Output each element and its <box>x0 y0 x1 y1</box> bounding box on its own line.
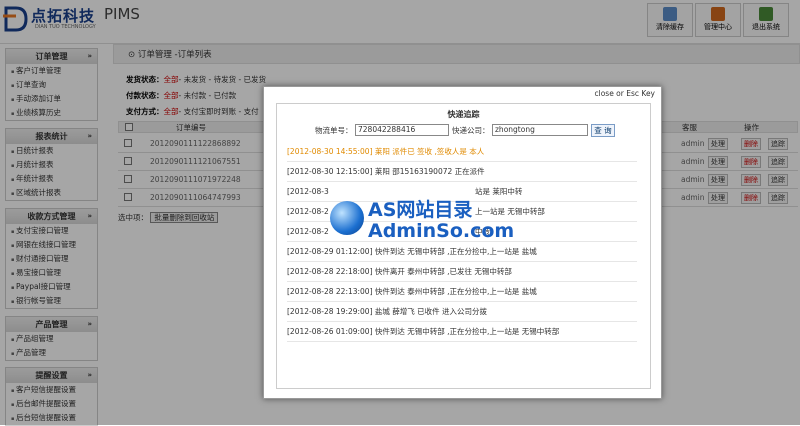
tracking-record: [2012-08-26 01:09:00] 快件到达 无锡中转部 ,正在分捡中,… <box>287 322 637 342</box>
tracking-record: [2012-08-30 14:55:00] 莱阳 派件已 签收 ,签收人是 本人 <box>287 142 637 162</box>
tracking-number-input[interactable]: 728042288416 <box>355 124 449 136</box>
modal-title: 快递追踪 <box>447 110 480 119</box>
watermark-domain: AdminSo.com <box>368 220 515 242</box>
courier-input[interactable]: zhongtong <box>492 124 588 136</box>
tracking-record: [2012-08-28 19:29:00] 盐城 薛增飞 已收件 进入公司分拨 <box>287 302 637 322</box>
globe-icon <box>330 201 364 235</box>
query-row: 物流单号： 728042288416 快递公司： zhongtong 查 询 <box>277 124 652 138</box>
close-link[interactable]: close or Esc Key <box>594 89 655 98</box>
tracking-record: [2012-08-28 22:13:00] 快件到达 泰州中转部 ,正在分捡中,… <box>287 282 637 302</box>
watermark-title: AS网站目录 <box>368 199 473 221</box>
query-button[interactable]: 查 询 <box>591 124 615 137</box>
tracking-record: [2012-08-30 12:15:00] 莱阳 邵15163190072 正在… <box>287 162 637 182</box>
watermark: AS网站目录 AdminSo.com <box>330 195 514 267</box>
